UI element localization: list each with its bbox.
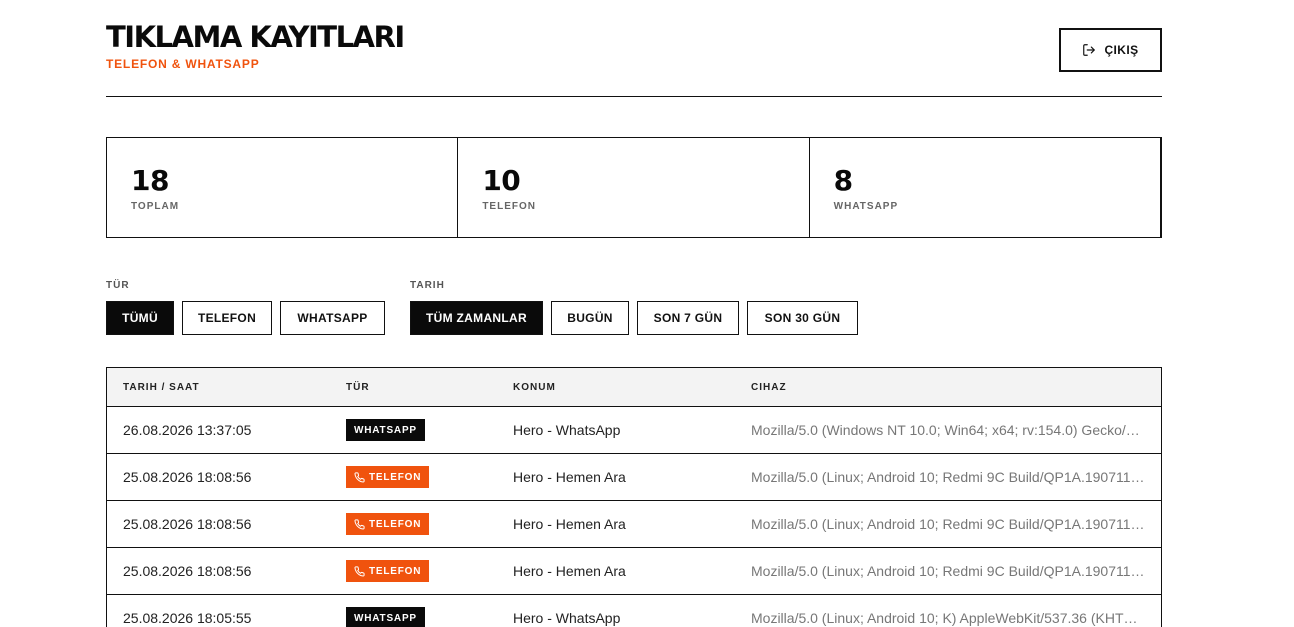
stats-panel: 18 TOPLAM 10 TELEFON 8 WHATSAPP	[106, 137, 1162, 238]
cell-type: WHATSAPP	[346, 607, 513, 627]
cell-type: TELEFON	[346, 513, 513, 535]
cell-type: WHATSAPP	[346, 419, 513, 441]
type-badge: TELEFON	[346, 560, 430, 582]
table-body: 26.08.2026 13:37:05 WHATSAPP Hero - WhatsA…	[107, 407, 1161, 627]
logout-icon	[1082, 43, 1096, 57]
stat-whatsapp: 8 WHATSAPP	[810, 138, 1160, 237]
phone-icon	[354, 565, 365, 577]
cell-type: TELEFON	[346, 466, 513, 488]
cell-device: Mozilla/5.0 (Linux; Android 10; K) Apple…	[751, 610, 1147, 626]
type-badge-label: WHATSAPP	[354, 424, 417, 436]
stat-label: TOPLAM	[131, 201, 180, 212]
table-row: 25.08.2026 18:08:56 TELEFON Hero - Hemen A…	[107, 501, 1161, 548]
stat-label: WHATSAPP	[833, 201, 899, 212]
logout-label: ÇIKIŞ	[1104, 43, 1139, 57]
table-row: 26.08.2026 13:37:05 WHATSAPP Hero - WhatsA…	[107, 407, 1161, 454]
cell-datetime: 26.08.2026 13:37:05	[123, 422, 252, 438]
filter-type-whatsapp[interactable]: WHATSAPP	[280, 301, 385, 335]
filter-date-today[interactable]: BUGÜN	[551, 301, 629, 335]
cell-datetime: 25.08.2026 18:05:55	[123, 610, 252, 626]
filter-date-30-days[interactable]: SON 30 GÜN	[747, 301, 858, 335]
type-badge: TELEFON	[346, 466, 430, 488]
date-filter-group: TARIH TÜM ZAMANLAR BUGÜN SON 7 GÜN SON 3…	[410, 280, 858, 335]
cell-datetime: 25.08.2026 18:08:56	[123, 516, 252, 532]
column-header-location: KONUM	[513, 381, 556, 393]
cell-location: Hero - Hemen Ara	[513, 469, 626, 485]
type-badge: TELEFON	[346, 513, 430, 535]
page: TIKLAMA KAYITLARI TELEFON & WHATSAPP ÇIK…	[106, 0, 1162, 627]
column-header-type: TÜR	[346, 381, 370, 393]
cell-device: Mozilla/5.0 (Linux; Android 10; Redmi 9C…	[751, 516, 1147, 532]
stat-label: TELEFON	[482, 201, 536, 212]
stat-value: 18	[131, 164, 169, 197]
logout-button[interactable]: ÇIKIŞ	[1059, 28, 1162, 72]
type-badge-label: TELEFON	[369, 565, 422, 577]
filter-type-all[interactable]: TÜMÜ	[106, 301, 174, 335]
page-subtitle: TELEFON & WHATSAPP	[106, 57, 260, 71]
column-header-device: CIHAZ	[751, 381, 787, 393]
stat-total: 18 TOPLAM	[107, 138, 459, 237]
table-row: 25.08.2026 18:05:55 WHATSAPP Hero - WhatsA…	[107, 595, 1161, 627]
type-badge: WHATSAPP	[346, 419, 425, 441]
cell-device: Mozilla/5.0 (Linux; Android 10; Redmi 9C…	[751, 563, 1147, 579]
type-badge-label: TELEFON	[369, 518, 422, 530]
phone-icon	[354, 518, 365, 530]
cell-location: Hero - WhatsApp	[513, 610, 621, 626]
type-badge: WHATSAPP	[346, 607, 425, 627]
stat-value: 8	[833, 164, 853, 197]
table-header: TARIH / SAAT TÜR KONUM CIHAZ	[107, 368, 1161, 407]
type-badge-label: TELEFON	[369, 471, 422, 483]
filter-date-7-days[interactable]: SON 7 GÜN	[637, 301, 739, 335]
cell-location: Hero - WhatsApp	[513, 422, 621, 438]
type-badge-label: WHATSAPP	[354, 612, 417, 624]
stat-value: 10	[482, 164, 521, 197]
cell-location: Hero - Hemen Ara	[513, 516, 626, 532]
header: TIKLAMA KAYITLARI TELEFON & WHATSAPP ÇIK…	[106, 0, 1162, 97]
clicks-table: TARIH / SAAT TÜR KONUM CIHAZ 26.08.2026 …	[106, 367, 1162, 627]
page-title: TIKLAMA KAYITLARI	[106, 20, 405, 54]
table-row: 25.08.2026 18:08:56 TELEFON Hero - Hemen A…	[107, 454, 1161, 501]
filter-date-all-time[interactable]: TÜM ZAMANLAR	[410, 301, 543, 335]
cell-datetime: 25.08.2026 18:08:56	[123, 469, 252, 485]
filter-type-phone[interactable]: TELEFON	[182, 301, 272, 335]
column-header-datetime: TARIH / SAAT	[123, 381, 200, 393]
phone-icon	[354, 471, 365, 483]
filters: TÜR TÜMÜ TELEFON WHATSAPP TARIH TÜM ZAMA…	[106, 280, 1162, 340]
cell-type: TELEFON	[346, 560, 513, 582]
cell-device: Mozilla/5.0 (Linux; Android 10; Redmi 9C…	[751, 469, 1147, 485]
cell-datetime: 25.08.2026 18:08:56	[123, 563, 252, 579]
cell-device: Mozilla/5.0 (Windows NT 10.0; Win64; x64…	[751, 422, 1147, 438]
date-filter-label: TARIH	[410, 280, 445, 291]
table-row: 25.08.2026 18:08:56 TELEFON Hero - Hemen A…	[107, 548, 1161, 595]
type-filter-label: TÜR	[106, 280, 130, 291]
cell-location: Hero - Hemen Ara	[513, 563, 626, 579]
stat-phone: 10 TELEFON	[458, 138, 810, 237]
type-filter-group: TÜR TÜMÜ TELEFON WHATSAPP	[106, 280, 385, 335]
